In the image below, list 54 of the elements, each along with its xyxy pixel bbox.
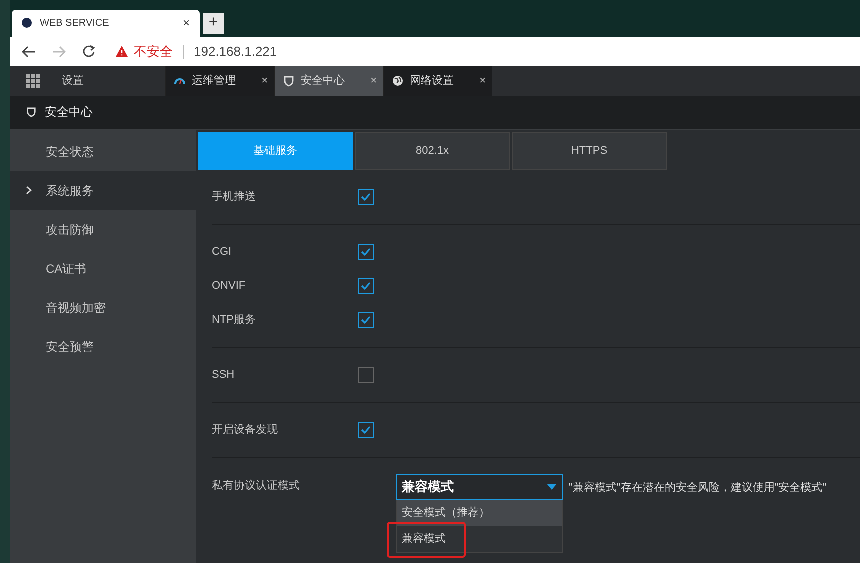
chevron-icon — [26, 186, 32, 195]
close-button[interactable]: × — [182, 14, 190, 32]
browser-tab[interactable]: WEB SERVICE × — [12, 10, 200, 37]
app-tab[interactable]: 安全中心 × — [274, 66, 383, 96]
checkbox[interactable] — [358, 367, 374, 383]
close-button[interactable]: × — [262, 72, 268, 90]
globe-icon — [392, 75, 404, 88]
close-button[interactable]: × — [480, 72, 486, 90]
site-icon — [22, 18, 32, 28]
app-tab[interactable]: 运维管理 × — [165, 66, 274, 96]
new-tab-button[interactable]: + — [203, 12, 224, 34]
checkbox[interactable] — [358, 278, 374, 294]
sidebar-item[interactable]: 安全状态 — [10, 132, 196, 171]
hint-text: "兼容模式"存在潜在的安全风险，建议使用"安全模式" — [569, 480, 827, 496]
close-button[interactable]: × — [370, 72, 377, 90]
grid-icon — [26, 74, 40, 88]
setting-label: 开启设备发现 — [212, 422, 279, 438]
setting-label: ONVIF — [212, 278, 247, 294]
checkmark-icon — [360, 314, 372, 326]
page-title: 安全中心 — [45, 104, 93, 122]
setting-label: NTP服务 — [212, 312, 257, 328]
checkmark-icon — [360, 280, 372, 292]
mode-dropdown[interactable]: 兼容模式 — [396, 474, 563, 500]
dropdown-option[interactable]: 安全模式（推荐） — [397, 500, 562, 526]
checkbox[interactable] — [358, 244, 374, 260]
warning-icon — [116, 46, 128, 58]
app-tab[interactable]: 网络设置 × — [383, 66, 492, 96]
home-tab[interactable]: 设置 — [10, 66, 165, 96]
tab-title: WEB SERVICE — [40, 16, 110, 31]
sidebar-item[interactable]: 系统服务 — [10, 171, 196, 210]
checkbox[interactable] — [358, 422, 374, 438]
reload-icon[interactable] — [82, 44, 96, 59]
sidebar-item[interactable]: 安全预警 — [10, 327, 196, 366]
setting-label: 私有协议认证模式 — [212, 479, 301, 494]
tab[interactable]: 802.1x — [355, 132, 510, 170]
setting-label: 手机推送 — [212, 190, 257, 205]
sidebar-item[interactable]: 攻击防御 — [10, 210, 196, 249]
setting-label: SSH — [212, 368, 236, 383]
caret-icon — [547, 484, 557, 490]
checkmark-icon — [360, 424, 372, 436]
shield-icon — [26, 106, 37, 118]
checkmark-icon — [360, 191, 372, 203]
setting-label: CGI — [212, 244, 233, 260]
address-text[interactable]: 192.168.1.221 — [194, 42, 278, 62]
dropdown-option[interactable]: 兼容模式 — [397, 526, 562, 552]
checkbox[interactable] — [358, 312, 374, 328]
checkbox[interactable] — [358, 189, 374, 205]
sidebar-item[interactable]: CA证书 — [10, 249, 196, 288]
back-icon[interactable] — [22, 46, 36, 58]
sidebar-item[interactable]: 音视频加密 — [10, 288, 196, 327]
checkmark-icon — [360, 246, 372, 258]
shield-icon — [283, 75, 295, 88]
tab[interactable]: HTTPS — [512, 132, 667, 170]
security-label: 不安全 — [134, 42, 173, 61]
